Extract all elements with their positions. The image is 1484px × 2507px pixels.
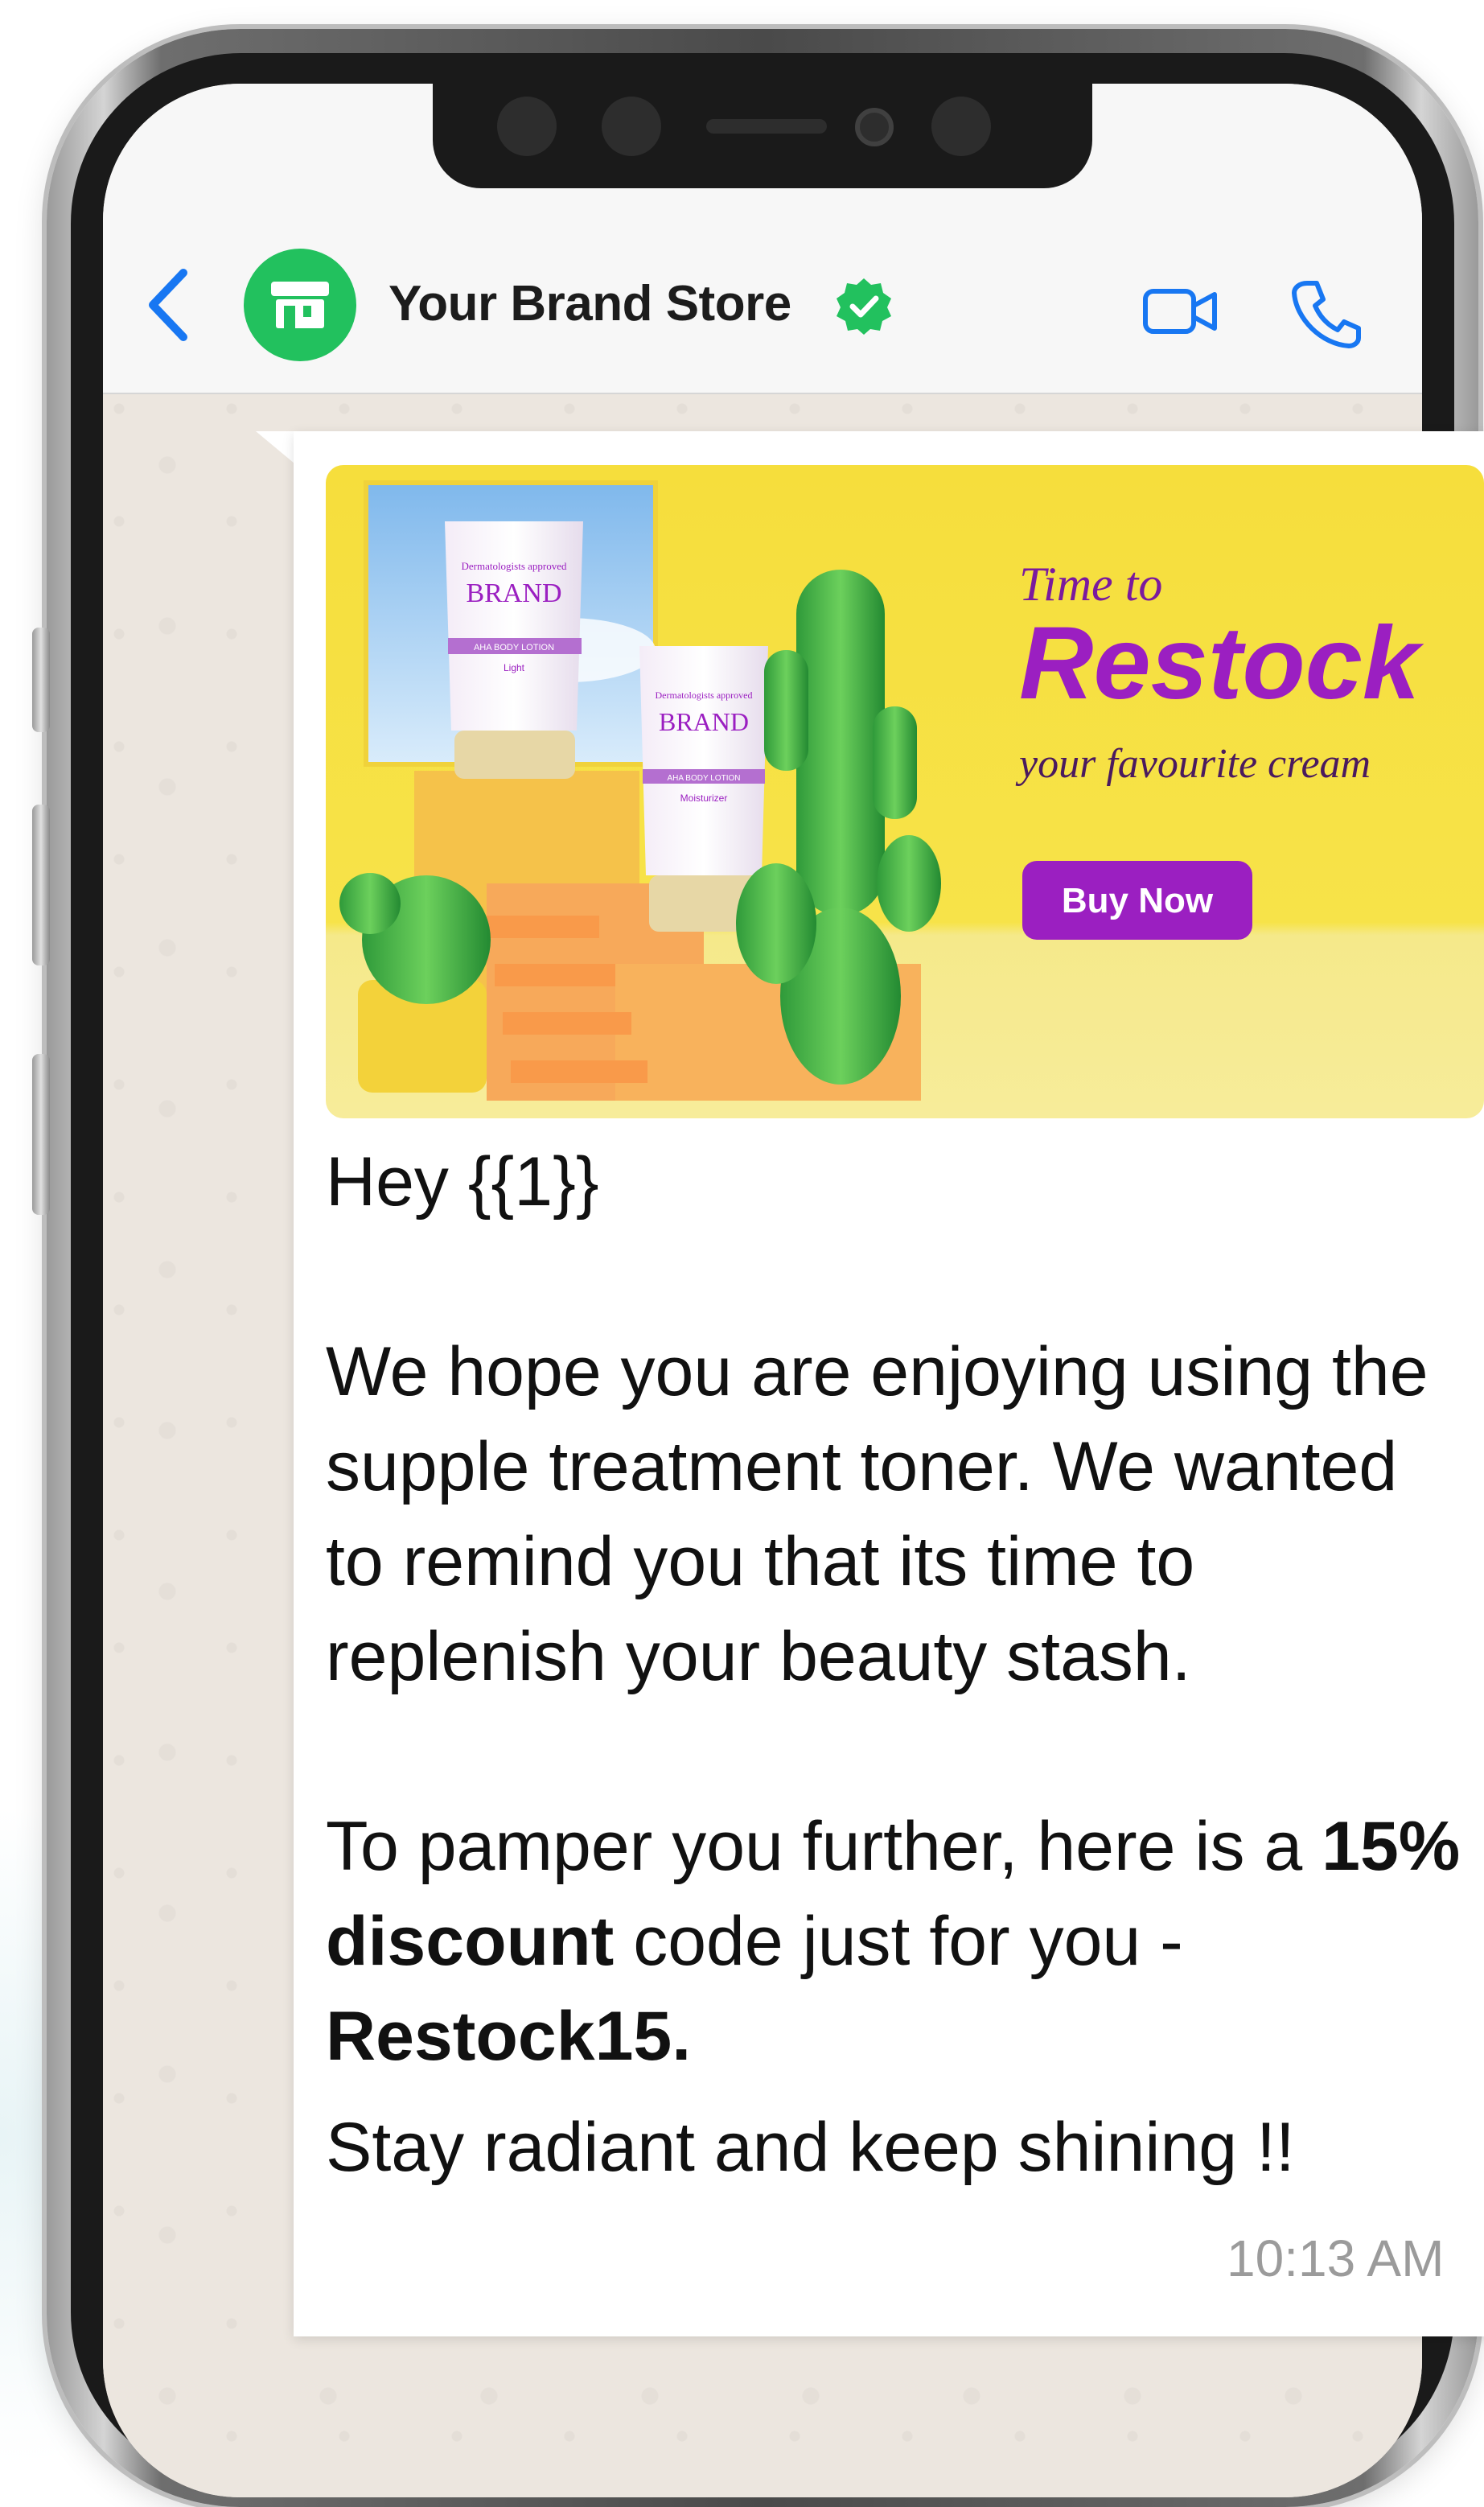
message-greeting: Hey {{1}} (326, 1143, 599, 1221)
tube1-brand: BRAND (466, 578, 561, 608)
phone-call-icon[interactable] (1289, 277, 1362, 349)
store-icon (271, 282, 329, 328)
tube2-brand: BRAND (659, 707, 749, 736)
tube2-subtitle: Dermatologists approved (656, 690, 753, 701)
tube1-product: AHA BODY LOTION (474, 643, 554, 652)
buy-now-button[interactable]: Buy Now (1022, 861, 1252, 940)
volume-down-button (32, 1054, 50, 1215)
banner-line3: your favourite cream (1015, 741, 1371, 787)
paragraph-2-mid: code just for you - (614, 1903, 1183, 1980)
tube2-variant: Moisturizer (680, 792, 728, 804)
mute-switch (32, 628, 50, 732)
buy-now-label: Buy Now (1062, 881, 1214, 920)
back-button[interactable] (145, 261, 201, 349)
volume-up-button (32, 805, 50, 965)
message-paragraph-1: We hope you are enjoying using the suppl… (326, 1333, 1429, 1695)
sensor (931, 97, 991, 156)
banner-artwork: Dermatologists approved BRAND AHA BODY L… (339, 480, 1424, 1101)
sensor (497, 97, 557, 156)
promo-banner-image[interactable]: Dermatologists approved BRAND AHA BODY L… (326, 465, 1484, 1118)
tube2-product: AHA BODY LOTION (668, 774, 741, 783)
bubble-tail (256, 431, 294, 463)
message-paragraph-2: To pamper you further, here is a 15% dis… (326, 1799, 1468, 2084)
message-body: Hey {{1}} We hope you are enjoying using… (326, 1134, 1484, 2195)
banner-headline: Restock (1019, 606, 1424, 721)
back-chevron-icon (149, 269, 187, 341)
verified-badge-icon (837, 278, 891, 335)
front-camera (855, 108, 894, 146)
banner-line1: Time to (1019, 558, 1162, 611)
video-call-icon[interactable] (1141, 283, 1221, 340)
message-closing: Stay radiant and keep shining !! (326, 2109, 1295, 2186)
store-avatar[interactable] (244, 249, 356, 361)
paragraph-2-lead: To pamper you further, here is a (326, 1808, 1322, 1885)
discount-code: Restock15. (326, 1998, 692, 2075)
earpiece-speaker (706, 119, 827, 134)
message-timestamp: 10:13 AM (1227, 2229, 1445, 2287)
tube1-subtitle: Dermatologists approved (461, 560, 567, 572)
tube1-variant: Light (504, 662, 525, 673)
sensor (602, 97, 661, 156)
phone-notch (433, 84, 1092, 188)
store-name[interactable]: Your Brand Store (388, 275, 791, 332)
